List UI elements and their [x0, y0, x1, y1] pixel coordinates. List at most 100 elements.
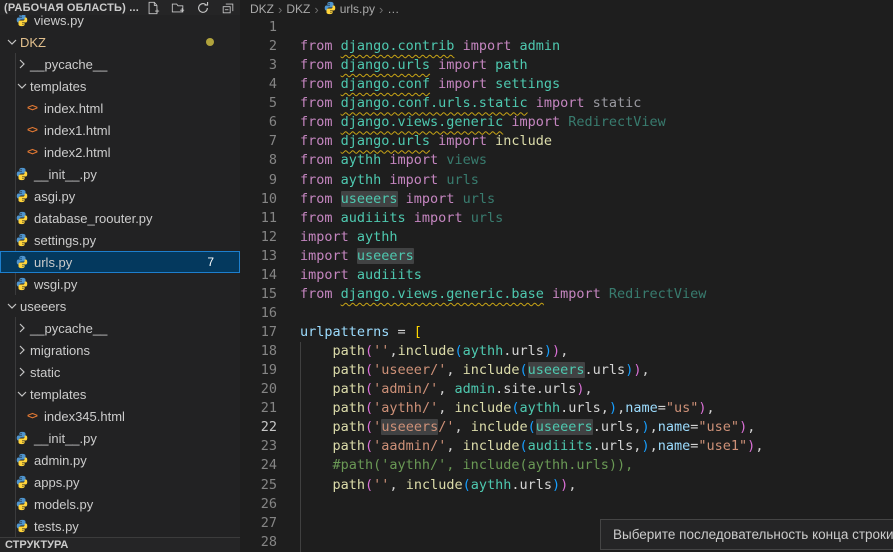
line-number[interactable]: 14 [240, 266, 277, 285]
tree-item--init-py[interactable]: __init__.py [0, 163, 240, 185]
line-number[interactable]: 8 [240, 151, 277, 170]
code-line-22: 22 path('useeers/', include(useeers.urls… [240, 418, 820, 437]
line-number[interactable]: 20 [240, 380, 277, 399]
chevron-down-icon [14, 386, 30, 402]
line-number[interactable]: 13 [240, 247, 277, 266]
tree-item-templates[interactable]: templates [0, 383, 240, 405]
tree-item-urls-py[interactable]: urls.py7 [0, 251, 240, 273]
explorer-sidebar: views.pyDKZ__pycache__templates<>index.h… [0, 0, 240, 552]
tree-item-label: templates [30, 79, 86, 94]
html-file-icon: <> [24, 100, 40, 116]
code-line-15: 15from django.views.generic.base import … [240, 285, 820, 304]
tree-item-label: __init__.py [34, 431, 97, 446]
line-number[interactable]: 2 [240, 37, 277, 56]
tree-item-asgi-py[interactable]: asgi.py [0, 185, 240, 207]
code-text: from useeers import urls [300, 190, 495, 209]
vscode-window: views.pyDKZ__pycache__templates<>index.h… [0, 0, 893, 552]
new-folder-icon[interactable] [170, 0, 185, 15]
code-line-24: 24 #path('aythh/', include(aythh.urls)), [240, 456, 820, 475]
tree-item--init-py[interactable]: __init__.py [0, 427, 240, 449]
line-number[interactable]: 9 [240, 171, 277, 190]
workspace-title: (РАБОЧАЯ ОБЛАСТЬ) ... [4, 2, 139, 14]
tree-item-label: static [30, 365, 60, 380]
breadcrumb-item-symbol[interactable]: … [387, 2, 399, 16]
tree-item-index2-html[interactable]: <>index2.html [0, 141, 240, 163]
code-line-13: 13import useeers [240, 247, 820, 266]
line-number[interactable]: 19 [240, 361, 277, 380]
line-number[interactable]: 17 [240, 323, 277, 342]
tree-item--pycache-[interactable]: __pycache__ [0, 317, 240, 339]
line-number[interactable]: 3 [240, 56, 277, 75]
code-line-18: 18 path('',include(aythh.urls)), [240, 342, 820, 361]
line-number[interactable]: 22 [240, 418, 277, 437]
tree-item-migrations[interactable]: migrations [0, 339, 240, 361]
chevron-right-icon: › [314, 3, 318, 16]
breadcrumb-item-file[interactable]: urls.py [323, 1, 375, 18]
line-number[interactable]: 1 [240, 18, 277, 37]
code-line-4: 4from django.conf import settings [240, 75, 820, 94]
collapse-folders-icon[interactable] [220, 0, 235, 15]
code-line-6: 6from django.views.generic import Redire… [240, 113, 820, 132]
file-tree: views.pyDKZ__pycache__templates<>index.h… [0, 9, 240, 537]
tree-item-models-py[interactable]: models.py [0, 493, 240, 515]
line-number[interactable]: 4 [240, 75, 277, 94]
line-number[interactable]: 23 [240, 437, 277, 456]
tree-item-database-roouter-py[interactable]: database_roouter.py [0, 207, 240, 229]
tree-item-label: index2.html [44, 145, 110, 160]
tree-item-static[interactable]: static [0, 361, 240, 383]
code-text: from audiiits import urls [300, 209, 503, 228]
tree-item--pycache-[interactable]: __pycache__ [0, 53, 240, 75]
chevron-right-icon: › [278, 3, 282, 16]
line-number[interactable]: 25 [240, 476, 277, 495]
refresh-explorer-icon[interactable] [195, 0, 210, 15]
line-number[interactable]: 27 [240, 514, 277, 533]
modified-dot-icon [206, 38, 214, 46]
line-number[interactable]: 24 [240, 456, 277, 475]
outline-label: СТРУКТУРА [5, 539, 68, 551]
line-number[interactable]: 5 [240, 94, 277, 113]
tree-item-templates[interactable]: templates [0, 75, 240, 97]
python-file-icon [14, 188, 30, 204]
editor-pane: DKZ › DKZ › urls.py › … 12 from django.co… [240, 0, 893, 552]
code-editor[interactable]: 12 from django.contrib import admin 3 from … [240, 18, 820, 552]
code-text: #path('aythh/', include(aythh.urls)), [300, 456, 633, 475]
chevron-right-icon: › [379, 3, 383, 16]
breadcrumb-item-root[interactable]: DKZ [250, 2, 274, 16]
code-text: from django.contrib import admin [300, 37, 560, 56]
tree-item-index1-html[interactable]: <>index1.html [0, 119, 240, 141]
tree-item-admin-py[interactable]: admin.py [0, 449, 240, 471]
code-line-8: 8from aythh import views [240, 151, 820, 170]
line-number[interactable]: 28 [240, 533, 277, 552]
tree-item-index-html[interactable]: <>index.html [0, 97, 240, 119]
line-number[interactable]: 18 [240, 342, 277, 361]
tree-item-apps-py[interactable]: apps.py [0, 471, 240, 493]
tree-item-useeers[interactable]: useeers [0, 295, 240, 317]
chevron-down-icon [4, 34, 20, 50]
line-number[interactable]: 12 [240, 228, 277, 247]
tree-item-settings-py[interactable]: settings.py [0, 229, 240, 251]
tree-item-label: DKZ [20, 35, 46, 50]
line-number[interactable]: 16 [240, 304, 277, 323]
tree-item-label: urls.py [34, 255, 72, 270]
chevron-right-icon [14, 56, 30, 72]
line-number[interactable]: 15 [240, 285, 277, 304]
tree-item-label: asgi.py [34, 189, 75, 204]
line-number[interactable]: 6 [240, 113, 277, 132]
line-number[interactable]: 26 [240, 495, 277, 514]
tree-item-index345-html[interactable]: <>index345.html [0, 405, 240, 427]
python-file-icon [14, 430, 30, 446]
breadcrumb-item-folder[interactable]: DKZ [286, 2, 310, 16]
line-number[interactable]: 7 [240, 132, 277, 151]
outline-section-header[interactable]: СТРУКТУРА [0, 537, 240, 552]
code-text: path('admin/', admin.site.urls), [300, 380, 593, 399]
new-file-icon[interactable] [145, 0, 160, 15]
python-file-icon [14, 518, 30, 534]
code-line-17: 17urlpatterns = [ [240, 323, 820, 342]
line-number[interactable]: 21 [240, 399, 277, 418]
tree-item-DKZ[interactable]: DKZ [0, 31, 240, 53]
line-number[interactable]: 10 [240, 190, 277, 209]
tree-item-tests-py[interactable]: tests.py [0, 515, 240, 537]
tree-item-wsgi-py[interactable]: wsgi.py [0, 273, 240, 295]
line-number[interactable]: 11 [240, 209, 277, 228]
code-text: path('useeer/', include(useeers.urls)), [300, 361, 650, 380]
